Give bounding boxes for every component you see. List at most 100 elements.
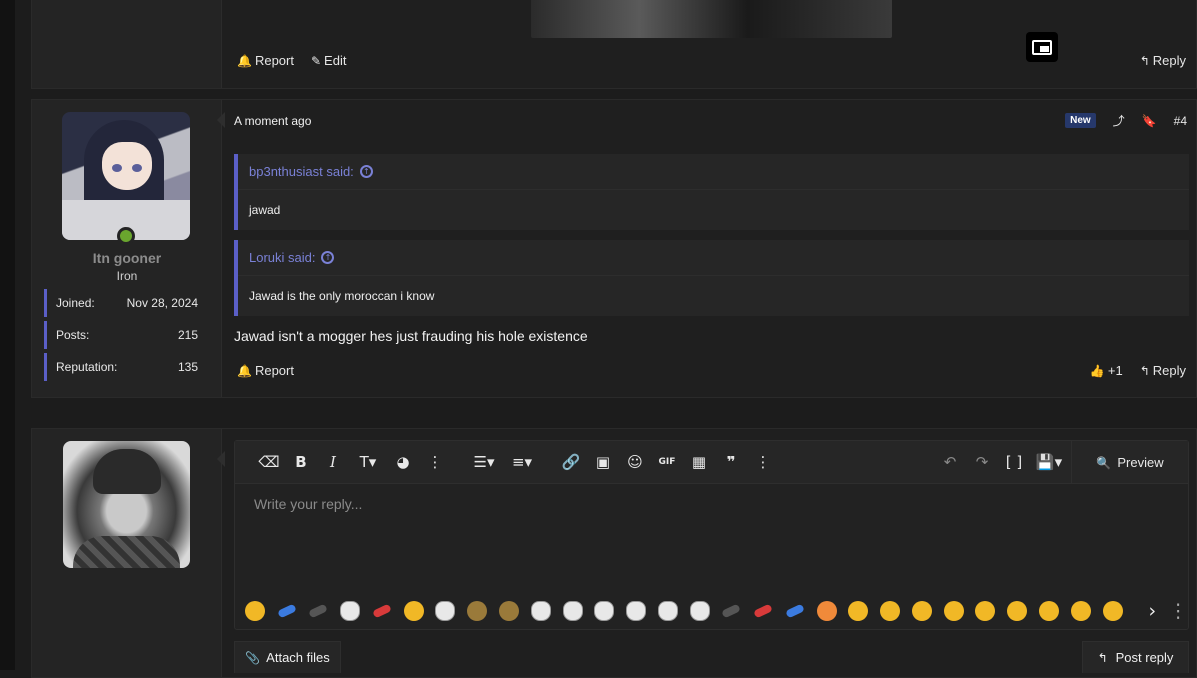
emoji[interactable] xyxy=(557,595,589,627)
text-size-icon[interactable]: T▾ xyxy=(349,447,387,477)
reply-editor[interactable]: ⌫ B I T▾ ◕ ⋮ ☰▾ ≡▾ 🔗 ▣ ☺ GIF ▦ ❞ ⋮ ↶ ↷ [… xyxy=(234,440,1189,630)
redo-icon[interactable]: ↷ xyxy=(966,447,998,477)
quote-block: Loruki said: ↑ Jawad is the only moroccan… xyxy=(234,240,1189,316)
save-icon[interactable]: 💾▾ xyxy=(1030,447,1068,477)
emoji[interactable] xyxy=(970,595,1002,627)
preview-icon: 🔍 xyxy=(1096,455,1112,470)
username[interactable]: Itn gooner xyxy=(32,250,222,266)
emoji[interactable] xyxy=(430,595,462,627)
align-icon[interactable]: ≡▾ xyxy=(503,447,541,477)
emoji[interactable] xyxy=(493,595,525,627)
emoji[interactable] xyxy=(461,595,493,627)
post-reply-button[interactable]: ↰ Post reply xyxy=(1082,641,1189,673)
reply-icon: ↰ xyxy=(1097,650,1108,665)
emoji[interactable] xyxy=(239,595,271,627)
emoji[interactable] xyxy=(811,595,843,627)
post-1-actions-right: ↰ Reply xyxy=(1140,53,1186,68)
image-icon[interactable]: ▣ xyxy=(587,447,619,477)
emoji[interactable] xyxy=(303,595,335,627)
emoji[interactable] xyxy=(525,595,557,627)
emoji[interactable] xyxy=(366,595,398,627)
post-2-actions-left: 🔔 Report xyxy=(237,363,294,378)
post-number[interactable]: #4 xyxy=(1174,114,1187,128)
picture-in-picture-button[interactable] xyxy=(1026,32,1058,62)
like-button[interactable]: 👍 +1 xyxy=(1090,363,1123,378)
gif-icon[interactable]: GIF xyxy=(651,447,683,477)
emoji[interactable] xyxy=(398,595,430,627)
emoji[interactable] xyxy=(779,595,811,627)
post-1-actions-left: 🔔 Report ✎ Edit xyxy=(237,53,346,68)
emoji[interactable] xyxy=(715,595,747,627)
post-2-actions-right: 👍 +1 ↰ Reply xyxy=(1090,363,1186,378)
emoji[interactable] xyxy=(334,595,366,627)
more-icon[interactable]: ⋮ xyxy=(747,447,779,477)
quote-icon[interactable]: ❞ xyxy=(715,447,747,477)
emoji[interactable] xyxy=(652,595,684,627)
emoji[interactable] xyxy=(271,595,303,627)
quote-header[interactable]: bp3nthusiast said: ↑ xyxy=(238,154,1189,190)
report-link[interactable]: 🔔 Report xyxy=(237,53,294,68)
undo-icon[interactable]: ↶ xyxy=(934,447,966,477)
editor-user-column xyxy=(32,429,222,677)
emoji[interactable] xyxy=(938,595,970,627)
bell-icon: 🔔 xyxy=(237,53,252,68)
emoji[interactable] xyxy=(1033,595,1065,627)
reply-input[interactable]: Write your reply... xyxy=(254,496,362,512)
quote-block: bp3nthusiast said: ↑ jawad xyxy=(234,154,1189,230)
post-timestamp[interactable]: A moment ago xyxy=(234,114,311,128)
post-2-header-actions: New ⤴ 🔖 #4 xyxy=(1065,112,1187,129)
reply-link[interactable]: ↰ Reply xyxy=(1140,363,1186,378)
more-icon[interactable]: ⋮ xyxy=(1168,595,1188,627)
share-icon[interactable]: ⤴ xyxy=(1113,112,1125,129)
bookmark-icon[interactable]: 🔖 xyxy=(1142,114,1157,128)
bold-icon[interactable]: B xyxy=(285,447,317,477)
post-body: Jawad isn't a mogger hes just frauding h… xyxy=(234,328,588,344)
smiley-icon[interactable]: ☺ xyxy=(619,447,651,477)
emoji[interactable] xyxy=(1097,595,1129,627)
list-icon[interactable]: ☰▾ xyxy=(465,447,503,477)
emoji[interactable] xyxy=(747,595,779,627)
italic-icon[interactable]: I xyxy=(317,447,349,477)
emoji[interactable] xyxy=(843,595,875,627)
quote-arrow-icon[interactable]: ↑ xyxy=(321,251,335,264)
emoji[interactable] xyxy=(684,595,716,627)
emoji[interactable] xyxy=(1001,595,1033,627)
embedded-video-thumbnail[interactable] xyxy=(531,0,892,38)
media-icon[interactable]: ▦ xyxy=(683,447,715,477)
paperclip-icon: 📎 xyxy=(245,650,261,665)
reply-icon: ↰ xyxy=(1139,363,1150,378)
preview-button[interactable]: 🔍 Preview xyxy=(1071,441,1188,484)
thumbs-up-icon: 👍 xyxy=(1089,363,1105,378)
avatar[interactable] xyxy=(62,112,190,240)
quote-text: jawad xyxy=(249,203,281,217)
stat-joined: Joined: Nov 28, 2024 xyxy=(44,289,208,317)
emoji[interactable] xyxy=(620,595,652,627)
reply-link[interactable]: ↰ Reply xyxy=(1140,53,1186,68)
avatar[interactable] xyxy=(63,441,190,568)
emoji[interactable] xyxy=(874,595,906,627)
attach-files-button[interactable]: 📎 Attach files xyxy=(234,641,341,673)
eraser-icon[interactable]: ⌫ xyxy=(253,447,285,477)
bbcode-icon[interactable]: [ ] xyxy=(998,447,1030,477)
quote-arrow-icon[interactable]: ↑ xyxy=(359,165,373,178)
palette-icon[interactable]: ◕ xyxy=(387,447,419,477)
online-status-dot xyxy=(117,227,135,245)
editor-toolbar: ⌫ B I T▾ ◕ ⋮ ☰▾ ≡▾ 🔗 ▣ ☺ GIF ▦ ❞ ⋮ ↶ ↷ [… xyxy=(235,441,1188,484)
emoji-bar: › ⋮ xyxy=(235,591,1188,631)
post-1-user-column xyxy=(32,0,222,88)
report-link[interactable]: 🔔 Report xyxy=(237,363,294,378)
pencil-icon: ✎ xyxy=(310,53,322,68)
left-rail xyxy=(0,0,15,670)
more-icon[interactable]: ⋮ xyxy=(419,447,451,477)
emoji[interactable] xyxy=(588,595,620,627)
link-icon[interactable]: 🔗 xyxy=(555,447,587,477)
edit-link[interactable]: ✎ Edit xyxy=(311,53,346,68)
post-2: Itn gooner Iron Joined: Nov 28, 2024 Post… xyxy=(31,99,1197,398)
emoji[interactable] xyxy=(1065,595,1097,627)
quote-text: Jawad is the only moroccan i know xyxy=(249,289,435,303)
user-rank: Iron xyxy=(116,269,138,283)
chevron-right-icon[interactable]: › xyxy=(1136,595,1168,627)
reply-editor-block: ⌫ B I T▾ ◕ ⋮ ☰▾ ≡▾ 🔗 ▣ ☺ GIF ▦ ❞ ⋮ ↶ ↷ [… xyxy=(31,428,1197,678)
emoji[interactable] xyxy=(906,595,938,627)
quote-header[interactable]: Loruki said: ↑ xyxy=(238,240,1189,276)
